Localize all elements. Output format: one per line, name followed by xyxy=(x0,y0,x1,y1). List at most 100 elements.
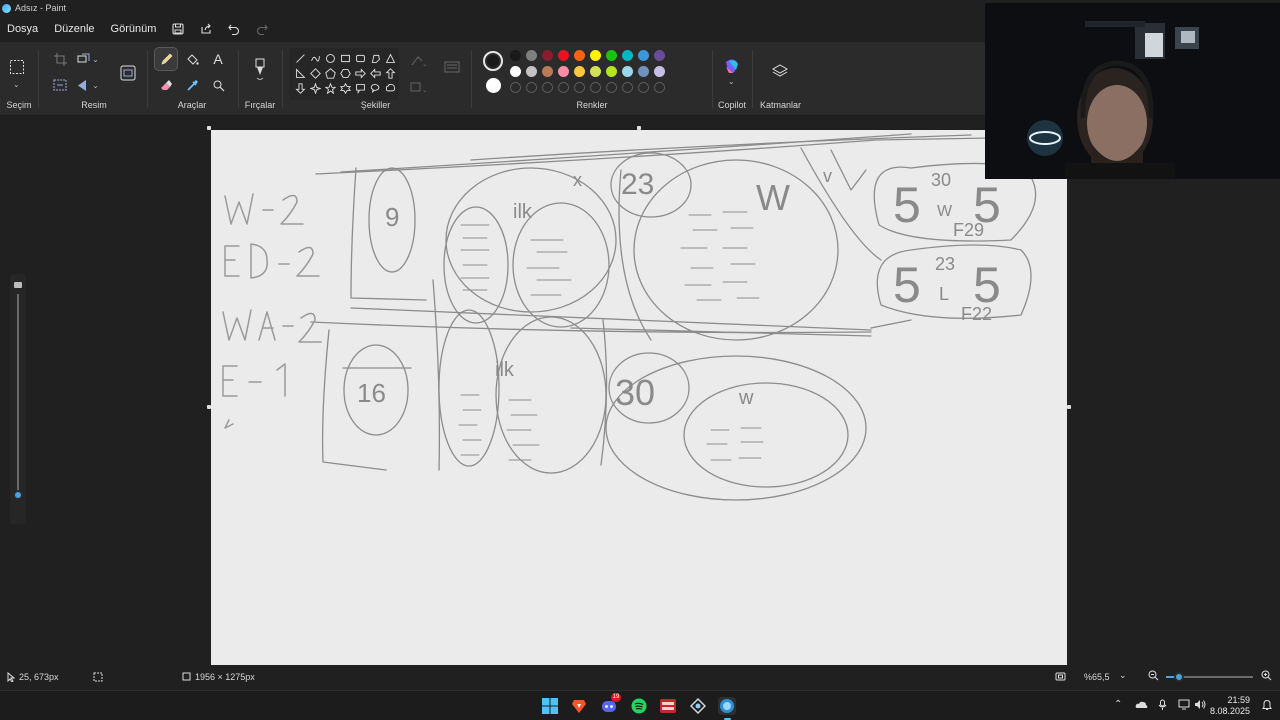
share-icon[interactable] xyxy=(192,16,220,42)
custom-color-slot[interactable] xyxy=(574,82,585,93)
secondary-color-button[interactable] xyxy=(486,78,501,93)
menu-edit[interactable]: Düzenle xyxy=(46,16,102,42)
menu-file[interactable]: Dosya xyxy=(0,16,46,42)
brushes-button[interactable] xyxy=(249,54,271,84)
volume-icon[interactable] xyxy=(1194,699,1206,713)
hexagon-shape-icon[interactable] xyxy=(338,66,352,80)
start-button[interactable] xyxy=(541,697,559,715)
color-swatch[interactable] xyxy=(638,66,649,77)
pencil-tool[interactable] xyxy=(154,47,178,71)
color-swatch[interactable] xyxy=(622,50,633,61)
toolbox-app-button[interactable] xyxy=(689,697,707,715)
custom-color-slot[interactable] xyxy=(638,82,649,93)
eraser-tool[interactable] xyxy=(155,74,177,96)
drawing-canvas[interactable]: 9 16 30 ilk ilk W w x v 23 5 30 W F29 5 … xyxy=(211,130,1067,665)
game-app-button[interactable] xyxy=(659,697,677,715)
microphone-icon[interactable] xyxy=(1158,699,1167,714)
network-icon[interactable] xyxy=(1178,699,1190,713)
zoom-out-icon[interactable] xyxy=(1148,670,1159,683)
up-arrow-shape-icon[interactable] xyxy=(383,66,397,80)
color-swatch[interactable] xyxy=(638,50,649,61)
spotify-button[interactable] xyxy=(630,697,648,715)
slider-knob[interactable] xyxy=(13,490,23,500)
color-swatch[interactable] xyxy=(558,66,569,77)
zoom-level[interactable]: %65,5 xyxy=(1084,672,1110,682)
menu-view[interactable]: Görünüm xyxy=(103,16,165,42)
zoom-slider[interactable] xyxy=(1166,672,1253,682)
show-hidden-icons[interactable]: ⌃ xyxy=(1114,699,1122,710)
shape-fill-button[interactable]: ⌄ xyxy=(407,76,429,98)
shape-outline-button[interactable]: ⌄ xyxy=(407,50,429,72)
rectangle-shape-icon[interactable] xyxy=(338,51,352,65)
rounded-rect-shape-icon[interactable] xyxy=(353,51,367,65)
oval-shape-icon[interactable] xyxy=(323,51,337,65)
curve-shape-icon[interactable] xyxy=(308,51,322,65)
line-shape-icon[interactable] xyxy=(293,51,307,65)
six-point-star-shape-icon[interactable] xyxy=(338,81,352,95)
cloud-callout-shape-icon[interactable] xyxy=(383,81,397,95)
color-swatch[interactable] xyxy=(590,66,601,77)
down-arrow-shape-icon[interactable] xyxy=(293,81,307,95)
zoom-in-icon[interactable] xyxy=(1261,670,1272,683)
resize-button[interactable]: ⌄ xyxy=(77,48,99,70)
custom-color-slot[interactable] xyxy=(590,82,601,93)
custom-color-slot[interactable] xyxy=(526,82,537,93)
color-swatch[interactable] xyxy=(542,66,553,77)
color-picker-tool[interactable] xyxy=(181,74,203,96)
flip-button[interactable]: ⌄ xyxy=(77,74,99,96)
color-swatch[interactable] xyxy=(526,50,537,61)
color-swatch[interactable] xyxy=(606,66,617,77)
color-swatch[interactable] xyxy=(606,50,617,61)
custom-color-slot[interactable] xyxy=(510,82,521,93)
custom-color-slot[interactable] xyxy=(622,82,633,93)
fill-tool[interactable] xyxy=(181,48,203,70)
image-options-button[interactable] xyxy=(117,62,139,84)
onedrive-icon[interactable] xyxy=(1135,700,1148,712)
color-swatch[interactable] xyxy=(510,50,521,61)
discord-button[interactable]: 19 xyxy=(600,693,621,715)
oval-callout-shape-icon[interactable] xyxy=(368,81,382,95)
custom-color-slot[interactable] xyxy=(606,82,617,93)
zoom-slider-knob[interactable] xyxy=(1174,672,1184,682)
triangle-shape-icon[interactable] xyxy=(383,51,397,65)
layers-button[interactable] xyxy=(769,60,791,82)
custom-color-slot[interactable] xyxy=(542,82,553,93)
fit-to-window-icon[interactable] xyxy=(1055,671,1066,684)
pentagon-shape-icon[interactable] xyxy=(323,66,337,80)
crop-button[interactable] xyxy=(49,48,71,70)
color-swatch[interactable] xyxy=(574,66,585,77)
notification-bell-icon[interactable] xyxy=(1262,699,1272,714)
chevron-down-icon[interactable]: ⌄ xyxy=(728,77,735,86)
system-clock[interactable]: 21:59 8.08.2025 xyxy=(1210,695,1250,717)
save-icon[interactable] xyxy=(164,16,192,42)
right-triangle-shape-icon[interactable] xyxy=(293,66,307,80)
undo-icon[interactable] xyxy=(220,16,248,42)
diamond-shape-icon[interactable] xyxy=(308,66,322,80)
color-swatch[interactable] xyxy=(590,50,601,61)
color-swatch[interactable] xyxy=(526,66,537,77)
magnifier-tool[interactable] xyxy=(207,74,229,96)
select-all-button[interactable] xyxy=(49,74,71,96)
four-point-star-shape-icon[interactable] xyxy=(308,81,322,95)
color-swatch[interactable] xyxy=(510,66,521,77)
copilot-button[interactable] xyxy=(721,56,743,78)
color-swatch[interactable] xyxy=(542,50,553,61)
rect-callout-shape-icon[interactable] xyxy=(353,81,367,95)
right-arrow-shape-icon[interactable] xyxy=(353,66,367,80)
selection-tool-button[interactable] xyxy=(6,56,28,78)
polygon-shape-icon[interactable] xyxy=(368,51,382,65)
redo-icon[interactable] xyxy=(248,16,276,42)
brave-browser-button[interactable] xyxy=(570,697,588,715)
primary-color-button[interactable] xyxy=(483,51,503,71)
color-swatch[interactable] xyxy=(558,50,569,61)
paint-taskbar-button[interactable] xyxy=(718,697,736,720)
color-swatch[interactable] xyxy=(574,50,585,61)
zoom-dropdown-icon[interactable]: ⌄ xyxy=(1119,670,1127,681)
custom-color-slot[interactable] xyxy=(654,82,665,93)
left-arrow-shape-icon[interactable] xyxy=(368,66,382,80)
custom-color-slot[interactable] xyxy=(558,82,569,93)
five-point-star-shape-icon[interactable] xyxy=(323,81,337,95)
canvas-resize-handle[interactable] xyxy=(1067,405,1071,409)
color-swatch[interactable] xyxy=(622,66,633,77)
color-swatch[interactable] xyxy=(654,50,665,61)
